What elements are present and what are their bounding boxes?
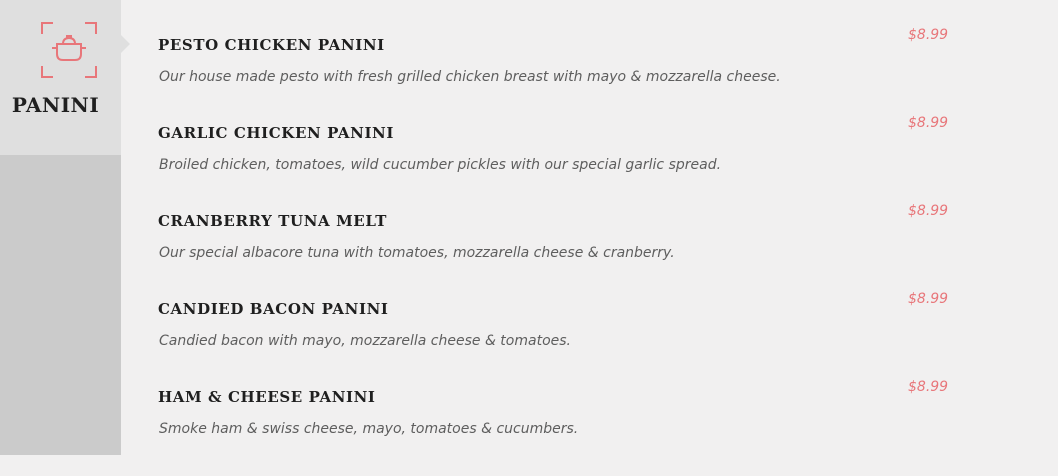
menu-item: GARLIC CHICKEN PANINI Broiled chicken, t… [158,115,1038,212]
category-title: PANINI [11,93,100,117]
menu-list: PESTO CHICKEN PANINI Our house made pest… [158,0,1038,455]
menu-item: CRANBERRY TUNA MELT Our special albacore… [158,203,1038,300]
item-name: CRANBERRY TUNA MELT [158,212,388,230]
item-description: Our house made pesto with fresh grilled … [159,69,781,85]
cooking-pot-icon [41,22,97,78]
item-name: HAM & CHEESE PANINI [158,388,376,406]
menu-item: PESTO CHICKEN PANINI Our house made pest… [158,27,1038,124]
item-price: $8.99 [908,27,949,43]
item-name: PESTO CHICKEN PANINI [158,36,385,54]
category-tab-panini[interactable]: PANINI [0,0,130,155]
item-name: GARLIC CHICKEN PANINI [158,124,394,142]
item-description: Candied bacon with mayo, mozzarella chee… [159,333,571,349]
item-description: Smoke ham & swiss cheese, mayo, tomatoes… [159,421,579,437]
category-sidebar: PANINI [0,0,130,455]
item-price: $8.99 [908,291,949,307]
item-name: CANDIED BACON PANINI [158,300,389,318]
menu-item: HAM & CHEESE PANINI Smoke ham & swiss ch… [158,379,1038,476]
item-description: Our special albacore tuna with tomatoes,… [159,245,675,261]
item-price: $8.99 [908,379,949,395]
menu-item: CANDIED BACON PANINI Candied bacon with … [158,291,1038,388]
item-description: Broiled chicken, tomatoes, wild cucumber… [159,157,722,173]
item-price: $8.99 [908,203,949,219]
item-price: $8.99 [908,115,949,131]
